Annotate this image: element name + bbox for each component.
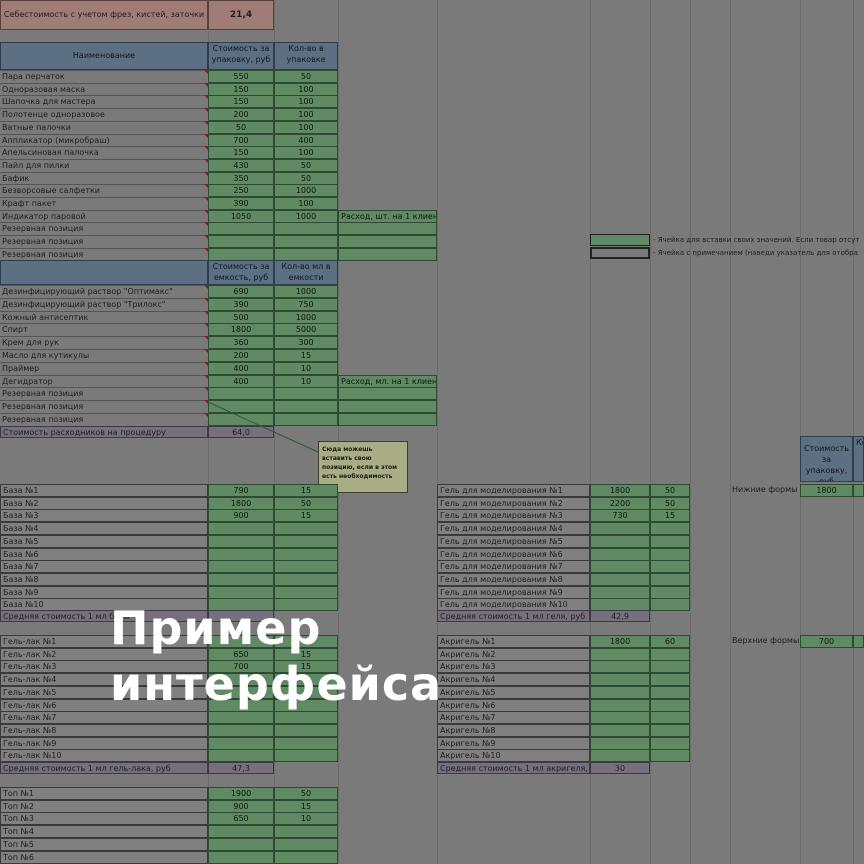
legend-text-input: - Ячейка для вставки своих значений. Есл… — [653, 236, 860, 244]
acrygels-row-qty[interactable] — [650, 749, 690, 762]
tops-row-price[interactable] — [208, 851, 274, 864]
acrygels-row-qty[interactable]: 60 — [650, 635, 690, 648]
gels-row-qty[interactable] — [650, 560, 690, 573]
bases-row-price[interactable] — [208, 535, 274, 548]
bases-row-name: База №7 — [0, 560, 208, 573]
tops-row-qty[interactable]: 10 — [274, 812, 338, 825]
gels-row-price[interactable] — [590, 522, 650, 535]
legend-swatch-input — [590, 234, 650, 246]
legend-text-note: - Ячейка с примечанием (наведи указатель… — [653, 249, 858, 257]
tops-row-name: Топ №4 — [0, 825, 208, 838]
acrygels-row-qty[interactable] — [650, 724, 690, 737]
gels-row-qty[interactable] — [650, 535, 690, 548]
polishes-row-price[interactable] — [208, 711, 274, 724]
acrygels-row-qty[interactable] — [650, 686, 690, 699]
bases-row-name: База №4 — [0, 522, 208, 535]
polishes-row-qty[interactable] — [274, 711, 338, 724]
polishes-row-name: Гель-лак №8 — [0, 724, 208, 737]
polishes-total-label: Средняя стоимость 1 мл гель-лака, руб — [0, 762, 208, 774]
forms-label-lower: Нижние формы — [732, 485, 798, 494]
gels-row-qty[interactable] — [650, 522, 690, 535]
acrygels-row-qty[interactable] — [650, 711, 690, 724]
tops-row-name: Топ №6 — [0, 851, 208, 864]
forms-value-lower[interactable]: 1800 — [800, 484, 853, 497]
bases-row-qty[interactable] — [274, 522, 338, 535]
bases-row-qty[interactable] — [274, 560, 338, 573]
bases-row-price[interactable] — [208, 560, 274, 573]
acrygels-row-price[interactable] — [590, 660, 650, 673]
gels-row-name: Гель для моделирования №5 — [437, 535, 590, 548]
polishes-row-name: Гель-лак №10 — [0, 749, 208, 762]
tops-row-name: Топ №3 — [0, 812, 208, 825]
forms-qty-lower[interactable] — [853, 484, 864, 497]
bases-row-name: База №5 — [0, 535, 208, 548]
acrygels-row-price[interactable] — [590, 673, 650, 686]
bases-row-price[interactable] — [208, 573, 274, 586]
polishes-total-value: 47,3 — [208, 762, 274, 774]
gels-row-name: Гель для моделирования №3 — [437, 509, 590, 522]
tops-row-price[interactable] — [208, 838, 274, 851]
tops-row-qty[interactable]: 50 — [274, 787, 338, 800]
polishes-row-price[interactable] — [208, 749, 274, 762]
bases-row-price[interactable]: 790 — [208, 484, 274, 497]
bases-row-qty[interactable]: 15 — [274, 484, 338, 497]
acrygels-total-label: Средняя стоимость 1 мл акригеля, руб — [437, 762, 590, 774]
gels-row-name: Гель для моделирования №4 — [437, 522, 590, 535]
acrygels-row-price[interactable] — [590, 724, 650, 737]
gels-row-price[interactable] — [590, 535, 650, 548]
acrygels-row-name: Акригель №10 — [437, 749, 590, 762]
forms-price-header: Стоимость за упаковку, руб — [800, 436, 853, 482]
tops-row-price[interactable]: 1900 — [208, 787, 274, 800]
acrygels-total-value: 30 — [590, 762, 650, 774]
bases-row-price[interactable] — [208, 522, 274, 535]
gels-total-value: 42,9 — [590, 610, 650, 622]
acrygels-row-name: Акригель №8 — [437, 724, 590, 737]
forms-value-upper[interactable]: 700 — [800, 635, 853, 648]
polishes-row-qty[interactable] — [274, 749, 338, 762]
gels-row-name: Гель для моделирования №8 — [437, 573, 590, 586]
bases-row-qty[interactable] — [274, 535, 338, 548]
tops-row-qty[interactable] — [274, 851, 338, 864]
gels-row-qty[interactable] — [650, 598, 690, 611]
tops-row-price[interactable] — [208, 825, 274, 838]
gels-row-name: Гель для моделирования №1 — [437, 484, 590, 497]
polishes-row-name: Гель-лак №7 — [0, 711, 208, 724]
polishes-row-qty[interactable] — [274, 724, 338, 737]
forms-label-upper: Верхние формы — [732, 636, 800, 645]
bases-row-name: База №3 — [0, 509, 208, 522]
spreadsheet[interactable]: Себестоимость с учетом фрез, кистей, зат… — [0, 0, 864, 864]
legend-swatch-note — [590, 247, 650, 259]
tops-row-price[interactable]: 650 — [208, 812, 274, 825]
gels-row-price[interactable]: 1800 — [590, 484, 650, 497]
gels-row-price[interactable] — [590, 560, 650, 573]
acrygels-row-qty[interactable] — [650, 660, 690, 673]
acrygels-row-name: Акригель №7 — [437, 711, 590, 724]
acrygels-row-price[interactable] — [590, 749, 650, 762]
gels-row-qty[interactable] — [650, 573, 690, 586]
acrygels-row-price[interactable]: 1800 — [590, 635, 650, 648]
tops-row-qty[interactable] — [274, 825, 338, 838]
acrygels-row-price[interactable] — [590, 686, 650, 699]
bases-row-name: База №8 — [0, 573, 208, 586]
polishes-row-price[interactable] — [208, 724, 274, 737]
forms-qty-header: Ко — [853, 436, 864, 482]
tops-row-name: Топ №1 — [0, 787, 208, 800]
tops-row-qty[interactable] — [274, 838, 338, 851]
gels-row-price[interactable]: 730 — [590, 509, 650, 522]
acrygels-row-qty[interactable] — [650, 673, 690, 686]
gels-row-name: Гель для моделирования №7 — [437, 560, 590, 573]
tops-row-name: Топ №5 — [0, 838, 208, 851]
overlay-title-text: Пример интерфейса — [110, 601, 443, 711]
gels-row-qty[interactable]: 50 — [650, 484, 690, 497]
gels-row-qty[interactable]: 15 — [650, 509, 690, 522]
forms-qty-upper[interactable] — [853, 635, 864, 648]
bases-row-price[interactable]: 900 — [208, 509, 274, 522]
gels-row-price[interactable] — [590, 573, 650, 586]
overlay-title: Пример интерфейса — [110, 600, 470, 712]
bases-row-qty[interactable] — [274, 573, 338, 586]
acrygels-row-price[interactable] — [590, 711, 650, 724]
bases-row-qty[interactable]: 15 — [274, 509, 338, 522]
bases-row-name: База №1 — [0, 484, 208, 497]
